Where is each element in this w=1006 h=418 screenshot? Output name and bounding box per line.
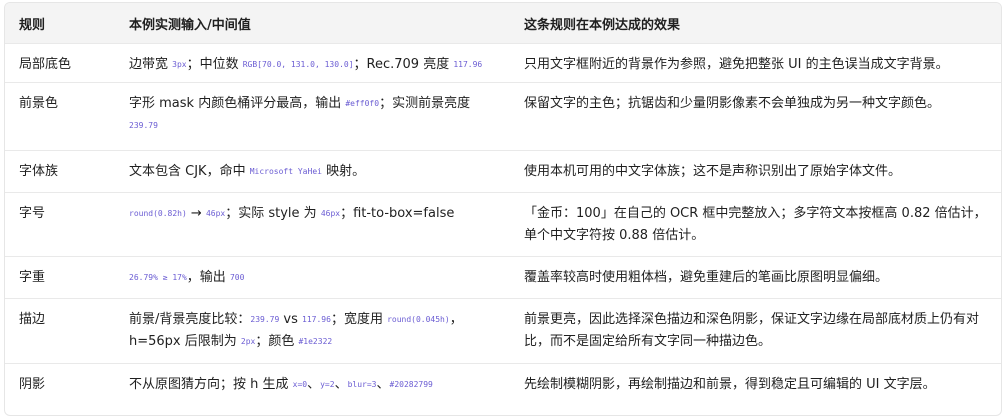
cell-rule: 局部底色 <box>5 43 115 83</box>
code-value: #20282799 <box>389 380 433 389</box>
input-text: ；中位数 <box>186 57 243 72</box>
code-value: RGB[70.0, 131.0, 130.0] <box>242 60 354 69</box>
table-header: 规则 本例实测输入/中间值 这条规则在本例达成的效果 <box>5 3 1001 44</box>
table-row: 局部底色 边带宽 3px；中位数 RGB[70.0, 131.0, 130.0]… <box>5 43 1001 83</box>
input-text: ；宽度用 <box>330 312 388 327</box>
cell-rule: 描边 <box>5 298 115 364</box>
cell-effect: 前景更亮，因此选择深色描边和深色阴影，保证文字边缘在局部底材质上仍有对比，而不是… <box>510 298 1001 364</box>
input-text: 前景/背景亮度比较： <box>129 312 251 327</box>
code-value: blur=3 <box>347 380 377 389</box>
input-text: 、 <box>376 377 390 392</box>
table-row: 前景色 字形 mask 内颜色桶评分最高，输出 #eff0f0；实测前景亮度 2… <box>5 82 1001 151</box>
cell-effect: 保留文字的主色；抗锯齿和少量阴影像素不会单独成为另一种文字颜色。 <box>510 82 1001 151</box>
table-row: 描边 前景/背景亮度比较：239.79 vs 117.96；宽度用 round(… <box>5 298 1001 364</box>
cell-input: round(0.82h) → 46px；实际 style 为 46px；fit-… <box>115 192 510 257</box>
input-text: ，输出 <box>186 270 230 285</box>
table-row: 阴影 不从原图猜方向；按 h 生成 x=0、y=2、blur=3、#202827… <box>5 364 1001 406</box>
input-text: 字形 mask 内颜色桶评分最高，输出 <box>129 96 346 111</box>
input-text: 文本包含 CJK，命中 <box>129 164 250 179</box>
code-value: #eff0f0 <box>345 99 380 108</box>
input-text: → <box>186 206 206 221</box>
cell-input: 字形 mask 内颜色桶评分最高，输出 #eff0f0；实测前景亮度 239.7… <box>115 82 510 151</box>
rules-table: 规则 本例实测输入/中间值 这条规则在本例达成的效果 局部底色 边带宽 3px；… <box>5 3 1001 405</box>
input-text: ；颜色 <box>255 334 299 349</box>
header-input: 本例实测输入/中间值 <box>115 3 510 44</box>
input-text: ；Rec.709 亮度 <box>353 57 454 72</box>
table-body: 局部底色 边带宽 3px；中位数 RGB[70.0, 131.0, 130.0]… <box>5 43 1001 406</box>
input-text: 不从原图猜方向；按 h 生成 <box>129 377 293 392</box>
input-text: 边带宽 <box>129 57 173 72</box>
rules-table-container: 规则 本例实测输入/中间值 这条规则在本例达成的效果 局部底色 边带宽 3px；… <box>4 2 1002 416</box>
code-value: 700 <box>229 273 245 282</box>
code-value: 117.96 <box>302 315 331 324</box>
input-text: 映射。 <box>321 164 366 179</box>
code-value: Microsoft YaHei <box>249 167 322 176</box>
cell-rule: 阴影 <box>19 377 46 392</box>
cell-effect: 先绘制模糊阴影，再绘制描边和前景，得到稳定且可编辑的 UI 文字层。 <box>524 377 936 392</box>
code-value: 2px <box>240 337 256 346</box>
table-row: 字体族 文本包含 CJK，命中 Microsoft YaHei 映射。 使用本机… <box>5 150 1001 193</box>
header-effect: 这条规则在本例达成的效果 <box>510 3 1001 44</box>
cell-rule: 字体族 <box>5 150 115 193</box>
code-value: 239.79 <box>129 121 158 130</box>
cell-input: 前景/背景亮度比较：239.79 vs 117.96；宽度用 round(0.0… <box>115 298 510 364</box>
code-value: y=2 <box>320 380 335 389</box>
cell-input: 26.79% ≥ 17%，输出 700 <box>115 256 510 299</box>
cell-rule: 字号 <box>5 192 115 257</box>
table-row: 字重 26.79% ≥ 17%，输出 700 覆盖率较高时使用粗体档，避免重建后… <box>5 256 1001 299</box>
code-value: 117.96 <box>453 60 483 69</box>
code-value: round(0.82h) <box>129 209 187 218</box>
table-row: 字号 round(0.82h) → 46px；实际 style 为 46px；f… <box>5 192 1001 257</box>
code-value: 239.79 <box>250 315 280 324</box>
cell-effect: 使用本机可用的中文字体族；这不是声称识别出了原始字体文件。 <box>510 150 1001 193</box>
cell-rule: 字重 <box>5 256 115 299</box>
code-value: x=0 <box>292 380 308 389</box>
code-value: 26.79% ≥ 17% <box>129 273 187 282</box>
input-text: ；实测前景亮度 <box>379 96 471 111</box>
code-value: 46px <box>320 209 341 218</box>
code-value: 46px <box>205 209 226 218</box>
cell-input: 不从原图猜方向；按 h 生成 x=0、y=2、blur=3、#20282799 <box>115 364 510 406</box>
cell-effect: 「金币：100」在自己的 OCR 框中完整放入；多字符文本按框高 0.82 倍估… <box>510 192 1001 257</box>
header-rule: 规则 <box>5 3 115 44</box>
code-value: round(0.045h) <box>387 315 450 324</box>
cell-input: 边带宽 3px；中位数 RGB[70.0, 131.0, 130.0]；Rec.… <box>115 43 510 83</box>
code-value: #1e2322 <box>298 337 333 346</box>
cell-rule: 前景色 <box>5 82 115 151</box>
input-text: ；fit-to-box=false <box>340 206 455 221</box>
code-value: 3px <box>172 60 187 69</box>
input-text: 、 <box>307 377 321 392</box>
input-text: ；实际 style 为 <box>225 206 321 221</box>
cell-effect: 覆盖率较高时使用粗体档，避免重建后的笔画比原图明显偏细。 <box>510 256 1001 299</box>
input-text: 、 <box>334 377 348 392</box>
cell-input: 文本包含 CJK，命中 Microsoft YaHei 映射。 <box>115 150 510 193</box>
input-text: vs <box>279 312 303 327</box>
header-row: 规则 本例实测输入/中间值 这条规则在本例达成的效果 <box>5 3 1001 44</box>
cell-effect: 只用文字框附近的背景作为参照，避免把整张 UI 的主色误当成文字背景。 <box>510 43 1001 83</box>
